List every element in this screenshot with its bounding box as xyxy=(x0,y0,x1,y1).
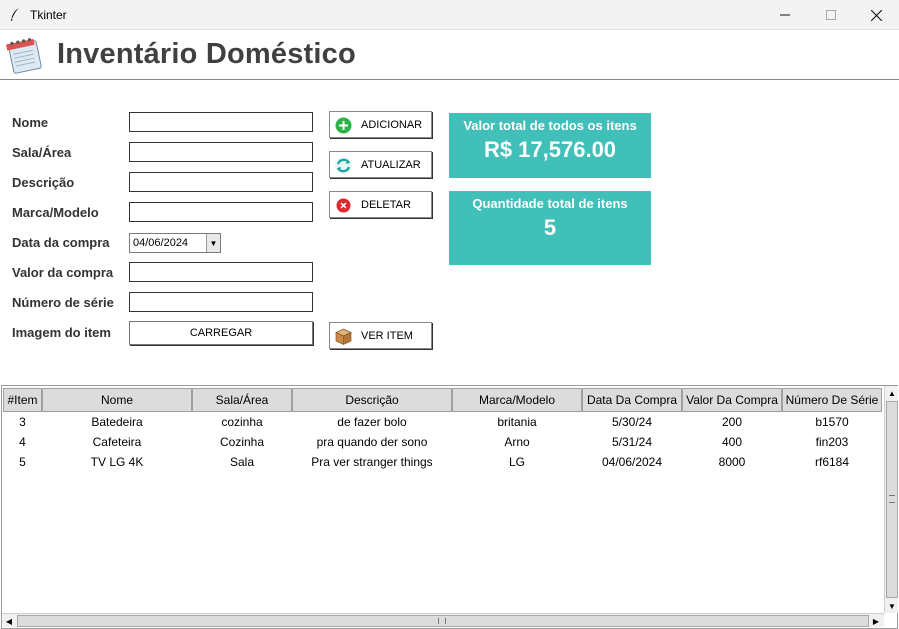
column-header-valor[interactable]: Valor Da Compra xyxy=(682,388,782,412)
horizontal-scroll-thumb[interactable] xyxy=(17,615,869,627)
table-row[interactable]: 3 Batedeira cozinha de fazer bolo britan… xyxy=(2,412,882,432)
total-qty: 5 xyxy=(543,215,557,240)
table-row[interactable]: 5 TV LG 4K Sala Pra ver stranger things … xyxy=(2,452,882,472)
vertical-scrollbar[interactable]: ▲ ▼ xyxy=(884,386,898,613)
close-button[interactable] xyxy=(853,0,899,30)
label-marca: Marca/Modelo xyxy=(12,205,99,220)
scroll-down-icon[interactable]: ▼ xyxy=(885,599,899,613)
cell-data: 5/30/24 xyxy=(611,415,653,429)
nome-input[interactable] xyxy=(129,112,313,132)
cell-marca: Arno xyxy=(504,435,530,449)
label-nome: Nome xyxy=(12,115,49,130)
app-window: Tkinter Inventário Doméstico Nome Sala/Á… xyxy=(0,0,899,629)
column-header-data[interactable]: Data Da Compra xyxy=(582,388,682,412)
items-table[interactable]: #Item Nome Sala/Área Descrição Marca/Mod… xyxy=(1,385,898,629)
scroll-right-icon[interactable]: ▶ xyxy=(869,614,883,628)
column-header-descricao[interactable]: Descrição xyxy=(292,388,452,412)
total-value: R$ 17,576.00 xyxy=(483,137,617,162)
page-title: Inventário Doméstico xyxy=(57,38,356,70)
cell-marca: LG xyxy=(508,455,525,469)
label-sala: Sala/Área xyxy=(12,145,72,160)
serie-input[interactable] xyxy=(129,292,313,312)
column-header-serie[interactable]: Número De Série xyxy=(782,388,882,412)
vertical-scroll-thumb[interactable] xyxy=(886,401,898,598)
column-header-nome[interactable]: Nome xyxy=(42,388,192,412)
ver-item-label: VER ITEM xyxy=(361,330,413,342)
cell-marca: britania xyxy=(497,415,537,429)
maximize-button[interactable] xyxy=(808,0,854,30)
total-value-title: Valor total de todos os itens xyxy=(463,118,637,133)
horizontal-scrollbar[interactable]: ◀ ▶ xyxy=(2,613,884,627)
cell-item: 5 xyxy=(19,455,26,469)
cell-valor: 8000 xyxy=(718,455,746,469)
cell-item: 4 xyxy=(19,435,26,449)
adicionar-button[interactable]: ADICIONAR xyxy=(329,111,432,138)
cell-sala: cozinha xyxy=(221,415,263,429)
cell-nome: Cafeteira xyxy=(92,435,142,449)
close-icon xyxy=(870,9,882,21)
total-qty-panel: Quantidade total de itens 5 xyxy=(449,191,651,265)
cell-data: 5/31/24 xyxy=(611,435,653,449)
maximize-icon xyxy=(826,10,836,20)
total-qty-title: Quantidade total de itens xyxy=(472,196,628,211)
date-picker[interactable]: 04/06/2024 ▼ xyxy=(129,233,221,253)
column-header-item[interactable]: #Item xyxy=(3,388,42,412)
cell-valor: 200 xyxy=(721,415,743,429)
cell-descricao: de fazer bolo xyxy=(337,415,407,429)
sala-input[interactable] xyxy=(129,142,313,162)
scroll-up-icon[interactable]: ▲ xyxy=(885,386,899,400)
label-descricao: Descrição xyxy=(12,175,75,190)
window-title: Tkinter xyxy=(30,8,67,22)
cell-item: 3 xyxy=(19,415,26,429)
refresh-icon xyxy=(335,157,352,174)
cell-serie: rf6184 xyxy=(814,455,850,469)
title-bar: Tkinter xyxy=(0,0,899,30)
scroll-left-icon[interactable]: ◀ xyxy=(2,614,16,628)
notebook-icon xyxy=(6,38,42,74)
chevron-down-icon[interactable]: ▼ xyxy=(206,234,220,252)
descricao-input[interactable] xyxy=(129,172,313,192)
minimize-icon xyxy=(780,14,790,16)
total-value-panel: Valor total de todos os itens R$ 17,576.… xyxy=(449,113,651,178)
cell-descricao: pra quando der sono xyxy=(316,435,428,449)
label-valor: Valor da compra xyxy=(12,265,114,280)
delete-icon xyxy=(336,198,351,213)
ver-item-button[interactable]: VER ITEM xyxy=(329,322,432,349)
carregar-button[interactable]: CARREGAR xyxy=(129,321,313,345)
deletar-label: DELETAR xyxy=(361,199,411,211)
atualizar-label: ATUALIZAR xyxy=(361,159,421,171)
date-value: 04/06/2024 xyxy=(133,237,189,249)
cell-data: 04/06/2024 xyxy=(601,455,663,469)
cell-sala: Sala xyxy=(229,455,255,469)
cell-nome: TV LG 4K xyxy=(90,455,144,469)
label-data: Data da compra xyxy=(12,235,110,250)
cell-sala: Cozinha xyxy=(219,435,265,449)
adicionar-label: ADICIONAR xyxy=(361,119,423,131)
minimize-button[interactable] xyxy=(762,0,808,30)
box-icon xyxy=(335,328,352,346)
cell-nome: Batedeira xyxy=(91,415,143,429)
deletar-button[interactable]: DELETAR xyxy=(329,191,432,218)
valor-input[interactable] xyxy=(129,262,313,282)
column-header-sala[interactable]: Sala/Área xyxy=(192,388,292,412)
atualizar-button[interactable]: ATUALIZAR xyxy=(329,151,432,178)
table-row[interactable]: 4 Cafeteira Cozinha pra quando der sono … xyxy=(2,432,882,452)
cell-serie: b1570 xyxy=(815,415,849,429)
column-header-marca[interactable]: Marca/Modelo xyxy=(452,388,582,412)
header-divider xyxy=(0,79,899,80)
label-imagem: Imagem do item xyxy=(12,325,111,340)
add-icon xyxy=(335,117,352,134)
feather-icon xyxy=(11,7,20,21)
cell-serie: fin203 xyxy=(815,435,849,449)
label-serie: Número de série xyxy=(12,295,114,310)
marca-input[interactable] xyxy=(129,202,313,222)
cell-descricao: Pra ver stranger things xyxy=(311,455,433,469)
cell-valor: 400 xyxy=(721,435,743,449)
